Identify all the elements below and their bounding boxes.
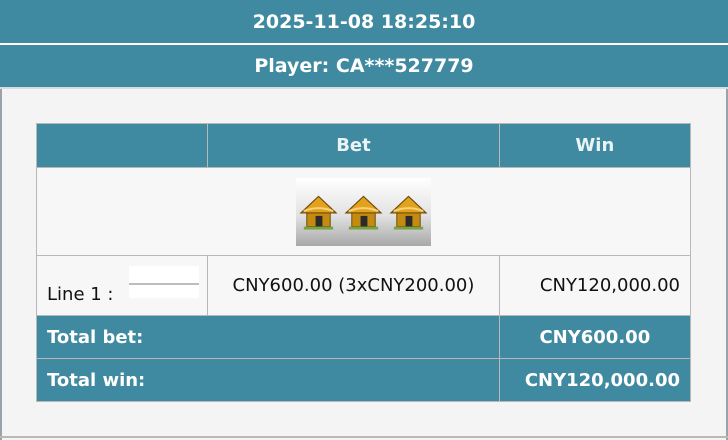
total-bet-row: Total bet: CNY600.00 (36, 315, 692, 359)
table-row: Line 1 : CNY600.00 (3xCNY200.00) CNY120,… (35, 255, 692, 316)
reel-symbols-row (36, 167, 691, 256)
payline-label: Line 1 : (47, 284, 114, 305)
line-win-value: CNY120,000.00 (498, 255, 692, 316)
payline-cell: Line 1 : (35, 255, 209, 316)
total-win-row: Total win: CNY120,000.00 (36, 358, 692, 402)
column-header-win: Win (498, 123, 692, 168)
hut-icon (344, 195, 383, 230)
round-datetime: 2025-11-08 18:25:10 (0, 0, 728, 45)
hut-icon (389, 195, 428, 230)
total-bet-value: CNY600.00 (498, 315, 692, 359)
column-header-line (35, 123, 209, 168)
column-header-bet: Bet (207, 123, 500, 168)
total-win-label: Total win: (36, 358, 500, 402)
payline-pattern (129, 266, 199, 298)
total-win-value: CNY120,000.00 (498, 358, 692, 402)
player-id: Player: CA***527779 (0, 45, 728, 89)
line-bet-value: CNY600.00 (3xCNY200.00) (207, 255, 500, 316)
hut-icon (299, 195, 338, 230)
table-header-row: Bet Win (35, 123, 692, 168)
total-bet-label: Total bet: (36, 315, 500, 359)
reel-strip (296, 177, 431, 246)
panel-left-edge (0, 89, 2, 440)
round-result-table: Bet Win Line 1: CNY600.00 (3xCNY200.00)… (35, 123, 692, 402)
bottom-divider (0, 436, 728, 438)
